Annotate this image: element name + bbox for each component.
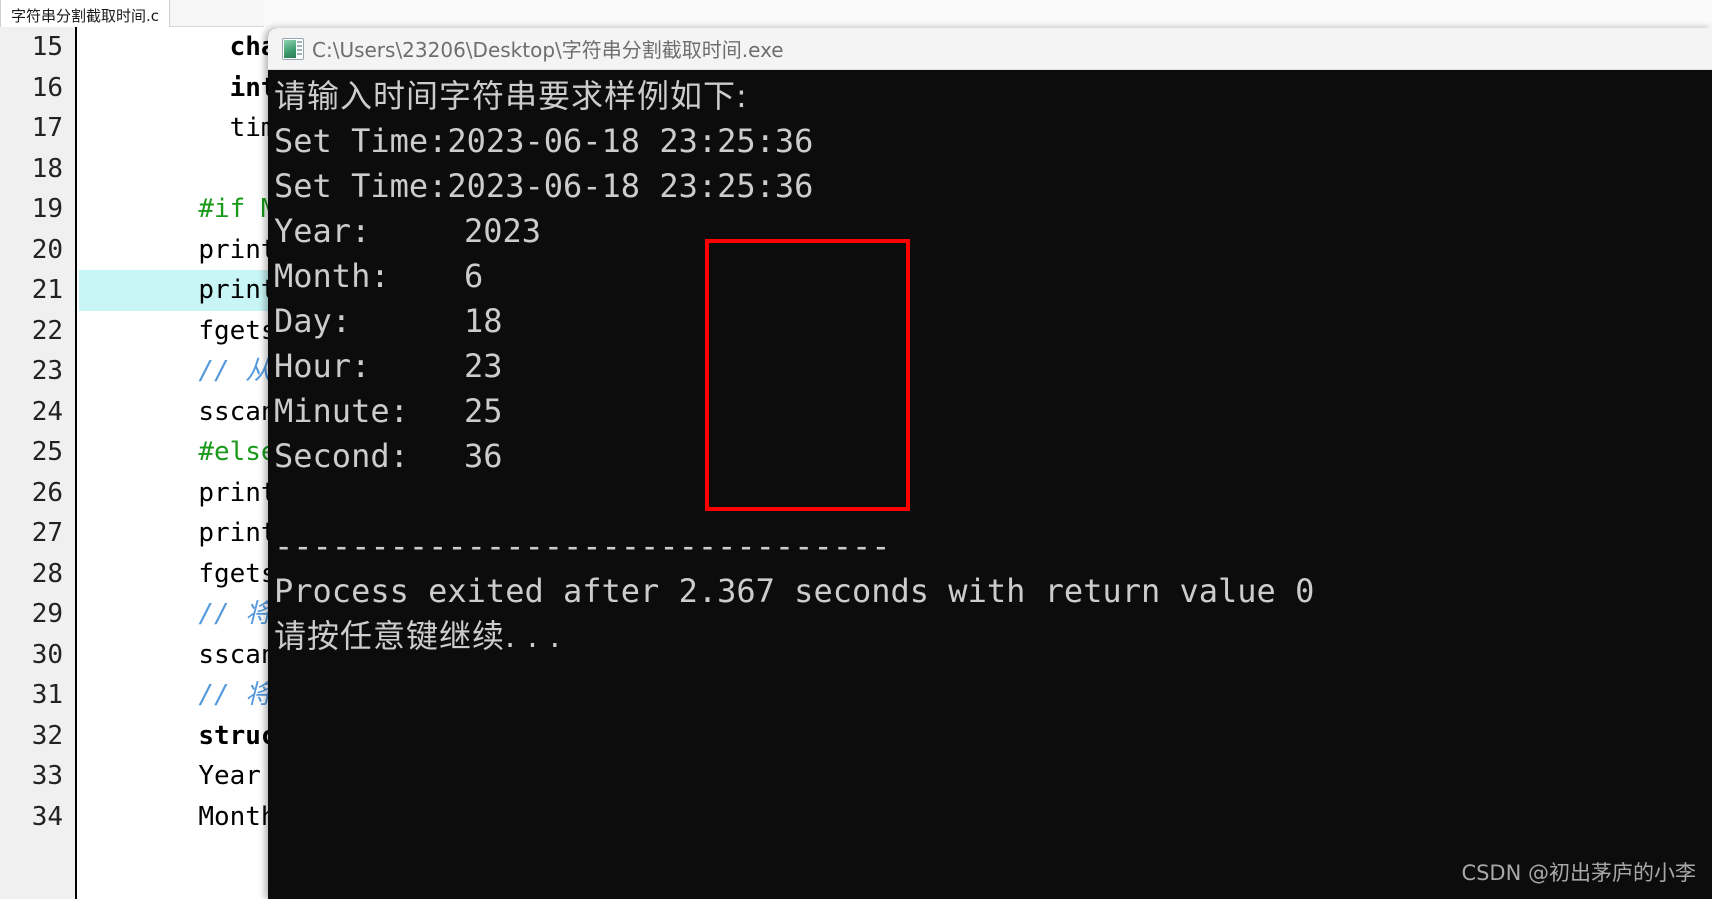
console-kv-key: Year: [274,212,371,250]
line-number: 31 [31,680,63,710]
console-line: Set Time:2023-06-18 23:25:36 [274,167,814,205]
line-number: 18 [31,153,63,184]
line-number: 21 [31,275,63,305]
line-number-gutter: 15 16 17 18 19 20 21 22 23 24 25 26 27 28 29 30 31 32 33 34 [0,27,77,899]
console-kv-value: 2023 [464,212,542,250]
console-kv-row: Hour: 23 [274,344,1712,389]
console-title-bar[interactable]: C:\Users\23206\Desktop\字符串分割截取时间.exe [268,28,1712,70]
code-token: #else [198,437,277,467]
line-number: 29 [31,599,63,629]
line-number: 28 [31,558,63,589]
console-kv-key: Month: [274,257,390,295]
console-title-text: C:\Users\23206\Desktop\字符串分割截取时间.exe [312,38,784,62]
console-window[interactable]: C:\Users\23206\Desktop\字符串分割截取时间.exe 请输入… [268,28,1712,899]
code-token: Month [198,801,277,832]
console-line: 请输入时间字符串要求样例如下: [274,77,748,115]
editor-tab-active[interactable]: 字符串分割截取时间.c [0,0,171,27]
console-kv-key: Hour: [274,347,371,385]
console-kv-key: Second: [274,437,409,475]
editor-tab-bar: 字符串分割截取时间.c [0,0,1712,27]
watermark-text: CSDN @初出茅庐的小李 [1461,861,1696,885]
console-line: Set Time:2023-06-18 23:25:36 [274,122,814,160]
console-kv-value: 36 [464,437,503,475]
line-number: 20 [31,234,63,265]
line-number: 32 [31,720,63,751]
line-number: 15 [31,32,63,62]
line-number: 26 [31,477,63,508]
console-kv-key: Day: [274,302,352,340]
line-number: 27 [31,518,63,548]
line-number: 19 [31,194,63,224]
console-kv-row: Second: 36 [274,434,1712,479]
screenshot-root: 字符串分割截取时间.c 15 16 17 18 19 20 21 22 23 24 25 26 27 28… [0,0,1712,899]
console-kv-value: 23 [464,347,503,385]
line-number: 16 [31,72,63,103]
line-number: 33 [31,761,63,791]
line-number: 25 [31,437,63,467]
console-kv-key: Minute: [274,392,409,430]
console-kv-row: Month: 6 [274,254,1712,299]
line-number: 23 [31,356,63,386]
code-token: // 将 [198,599,272,629]
line-number: 34 [31,801,63,832]
line-number: 17 [31,113,63,143]
console-kv-value: 25 [464,392,503,430]
code-token: // 从 [198,356,272,386]
console-line: Process exited after 2.367 seconds with … [274,572,1315,610]
console-kv-row: Minute: 25 [274,389,1712,434]
line-number: 22 [31,315,63,346]
code-token: // 将 [198,680,272,710]
console-line: -------------------------------- [274,527,891,565]
console-kv-row: Day: 18 [274,299,1712,344]
console-output[interactable]: 请输入时间字符串要求样例如下: Set Time:2023-06-18 23:25… [268,70,1712,899]
console-kv-value: 18 [464,302,503,340]
console-line: 请按任意键继续. . . [274,617,561,655]
line-number: 30 [31,639,63,670]
line-number: 24 [31,396,63,427]
tab-bar-empty-area [264,0,1712,27]
console-kv-value: 6 [464,257,484,295]
console-app-icon [282,37,304,60]
console-kv-row: Year: 2023 [274,209,1712,254]
editor-tab-label: 字符串分割截取时间.c [11,7,160,25]
code-token: Year [198,761,261,791]
